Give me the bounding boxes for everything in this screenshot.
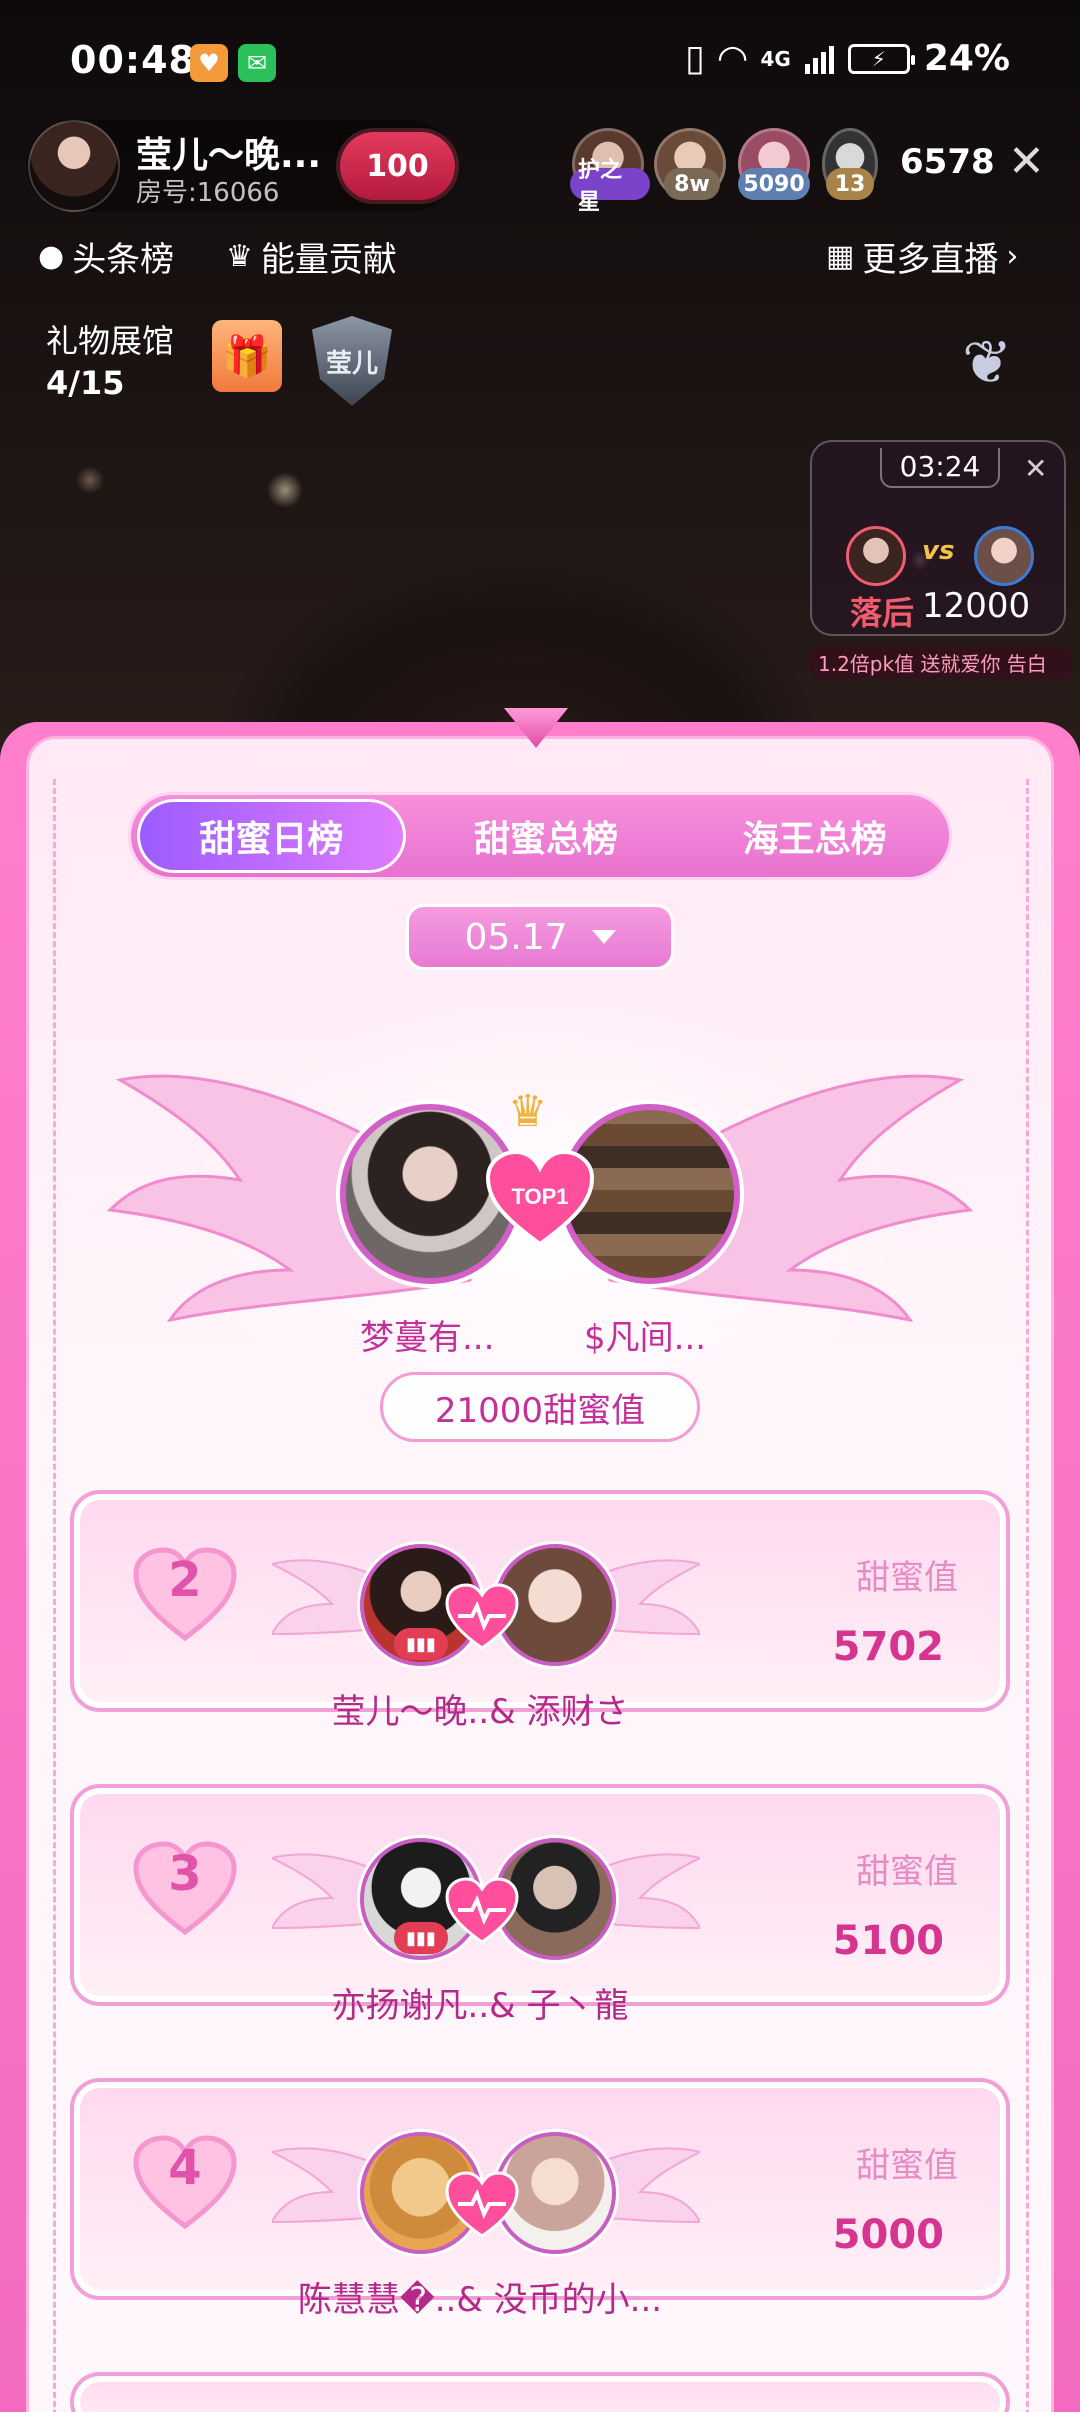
pk-status: 落后 [850,594,915,632]
top1-badge-text: TOP1 [511,1184,568,1209]
sweet-value-label: 甜蜜值 [856,1558,958,1598]
love-badge[interactable]: 100 [340,132,455,200]
sweet-value: 5100 [832,1918,944,1964]
tab-sweet-total[interactable]: 甜蜜总榜 [412,795,681,877]
pk-close-icon[interactable]: ✕ [1024,452,1047,485]
sweet-value: 5000 [832,2212,944,2258]
rank-row-4[interactable]: 4 陈慧慧�..& 没币的小... 甜蜜值 5000 [70,2078,1010,2320]
heartbeat-icon [445,1583,519,1650]
sweet-value-label: 甜蜜值 [856,1852,958,1892]
crown-icon: ♛ [508,1086,548,1137]
vibrate-icon: ▯ [684,38,705,79]
top1-score: 21000甜蜜值 [380,1372,700,1442]
wings-icon[interactable]: ❦ [962,328,1072,408]
top1-right-name[interactable]: $凡间... [584,1310,706,1359]
more-live-button[interactable]: ▦ 更多直播 › [826,232,1018,281]
pk-opponent-avatar[interactable] [974,526,1034,586]
top1-left-name[interactable]: 梦蔓有... [360,1310,494,1359]
gift-hall-title[interactable]: 礼物展馆 [46,316,174,362]
live-mic-icon: ▮▮▮ [394,1628,448,1660]
viewer-count[interactable]: 6578 [900,142,995,182]
ranking-tabs: 甜蜜日榜 甜蜜总榜 海王总榜 [128,792,952,880]
wechat-notification-icon: ✉ [238,44,276,82]
gift-hall-count: 4/15 [46,364,125,402]
pk-timer: 03:24 [880,448,1000,488]
viewer-tag: 8w [664,168,720,200]
grid-icon: ▦ [826,239,855,274]
rank-number: 4 [168,2140,202,2196]
rank-row-5-partial[interactable] [70,2372,1010,2412]
status-time: 00:48 [70,38,196,82]
sweet-value-label: 甜蜜值 [856,2146,958,2186]
pk-ticker: 1.2倍pk值 送就爱你 告白 [810,646,1072,679]
sweet-value: 5702 [832,1624,944,1670]
signal-icon [804,44,834,74]
battery-icon: ⚡ [847,43,915,74]
wifi-icon: ◠ [718,38,747,79]
pk-gap: 12000 [922,586,1031,626]
rank-row-3[interactable]: 3 ▮▮▮ 亦扬谢凡..& 子丶龍 甜蜜值 5100 [70,1784,1010,2026]
flame-icon: ● [38,239,65,274]
pair-names: 陈慧慧�..& 没币的小... [297,2280,663,2320]
chevron-down-icon [591,930,616,944]
top1-heart-badge: TOP1 [485,1149,595,1247]
heartbeat-icon [445,1877,519,1944]
rank-row-2[interactable]: 2 ▮▮▮ 莹儿～晚..& 添财さ 甜蜜值 5702 [70,1490,1010,1732]
room-number: 房号:16066 [136,178,280,208]
live-mic-icon: ▮▮▮ [394,1922,448,1954]
heartbeat-icon [445,2171,519,2238]
crown-icon: ♛ [226,239,253,274]
headline-rank-button[interactable]: ● 头条榜 [38,232,174,281]
status-icons: ▯ ◠ 4G ⚡ 24% [685,38,1010,79]
close-icon[interactable]: ✕ [1008,136,1045,187]
more-live-label: 更多直播 [862,240,999,280]
rank-number: 2 [168,1552,202,1608]
tab-king-total[interactable]: 海王总榜 [680,795,949,877]
chevron-right-icon: › [1006,239,1019,274]
host-avatar[interactable] [28,120,120,212]
battery-level: 24% [923,38,1010,79]
viewer-tag: 13 [826,168,874,200]
network-type: 4G [760,46,791,71]
app-notification-icon: ♥ [190,44,228,82]
rank-number: 3 [168,1846,202,1902]
date-value: 05.17 [464,916,568,958]
headline-rank-label: 头条榜 [72,240,175,280]
pk-vs: vs [922,536,955,566]
pair-names: 莹儿～晚..& 添财さ [331,1692,629,1732]
pair-names: 亦扬谢凡..& 子丶龍 [331,1986,629,2026]
energy-contrib-label: 能量贡献 [260,240,397,280]
host-name[interactable]: 莹儿～晚... [136,126,321,178]
date-selector[interactable]: 05.17 [406,904,674,970]
gift-icon[interactable]: 🎁 [212,320,282,392]
pk-host-avatar[interactable] [846,526,906,586]
tab-sweet-daily[interactable]: 甜蜜日榜 [137,799,406,873]
viewer-tag: 护之星 [570,158,650,215]
viewer-tag: 5090 [738,168,810,200]
energy-contrib-button[interactable]: ♛ 能量贡献 [226,232,397,281]
